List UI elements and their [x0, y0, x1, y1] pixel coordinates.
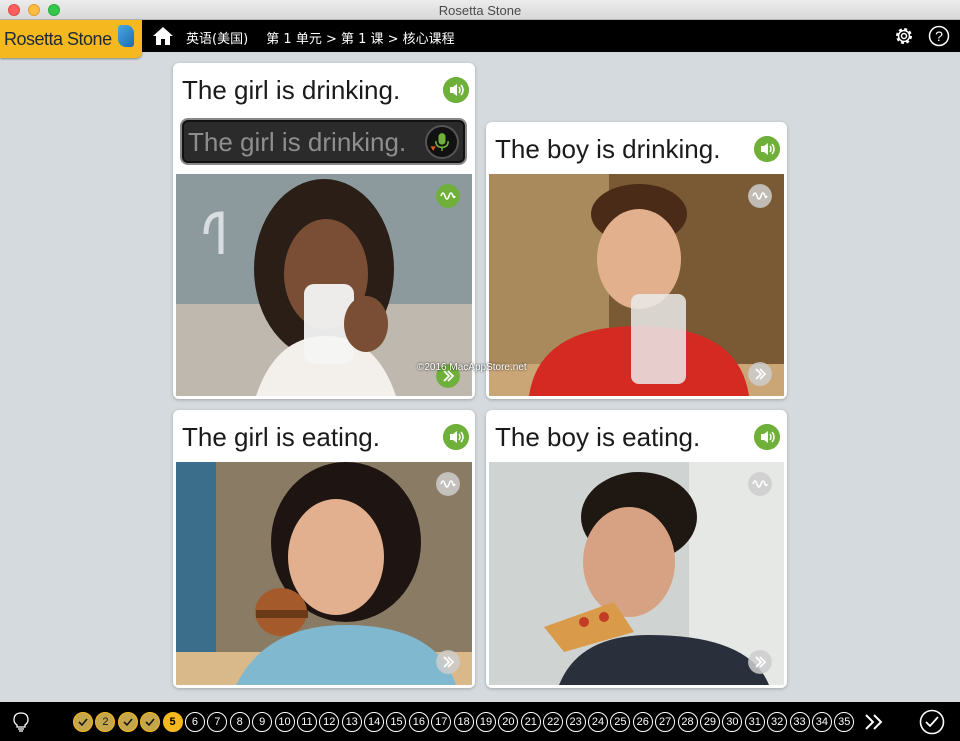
- progress-step-33[interactable]: 33: [789, 712, 810, 732]
- breadcrumb-lesson-path[interactable]: 第 1 单元 > 第 1 课 > 核心课程: [266, 32, 454, 47]
- waveform-icon[interactable]: [436, 184, 460, 208]
- photo-girl-eating: [176, 462, 472, 685]
- progress-step-27[interactable]: 27: [655, 712, 676, 732]
- progress-step-32[interactable]: 32: [767, 712, 788, 732]
- card-girl-drinking[interactable]: The girl is drinking. The girl is drinki…: [173, 63, 475, 399]
- card-boy-drinking[interactable]: The boy is drinking.: [486, 122, 787, 399]
- photo-boy-eating: [489, 462, 784, 685]
- progress-step-1[interactable]: [73, 712, 93, 732]
- card-caption: The boy is eating.: [495, 422, 701, 452]
- speech-transcript: The girl is drinking.: [188, 127, 407, 157]
- speaker-icon[interactable]: [754, 424, 780, 450]
- forward-icon[interactable]: [748, 362, 772, 386]
- progress-step-20[interactable]: 20: [498, 712, 519, 732]
- progress-step-16[interactable]: 16: [408, 712, 429, 732]
- progress-step-2[interactable]: 2: [95, 712, 116, 732]
- logo-mark-icon: [118, 25, 134, 47]
- speaker-icon[interactable]: [754, 136, 780, 162]
- progress-step-6[interactable]: 6: [184, 712, 205, 732]
- help-icon[interactable]: ?: [928, 25, 950, 47]
- breadcrumb-language[interactable]: 英语(美国): [186, 32, 248, 47]
- progress-step-25[interactable]: 25: [610, 712, 631, 732]
- lesson-progress: 2 5 6 7 8 9 10 11 12 13 14 15 16 17 18 19 20 21 22 23 24 25 26…: [73, 712, 855, 732]
- progress-step-34[interactable]: 34: [811, 712, 832, 732]
- progress-step-28[interactable]: 28: [677, 712, 698, 732]
- progress-step-29[interactable]: 29: [699, 712, 720, 732]
- breadcrumb: 英语(美国) 第 1 单元 > 第 1 课 > 核心课程: [186, 28, 469, 47]
- top-navbar: [0, 20, 960, 52]
- check-icon: [123, 718, 133, 727]
- progress-step-17[interactable]: 17: [431, 712, 452, 732]
- progress-step-15[interactable]: 15: [386, 712, 407, 732]
- window-titlebar: Rosetta Stone: [0, 0, 960, 20]
- progress-step-5[interactable]: 5: [162, 712, 183, 732]
- lightbulb-icon[interactable]: [12, 712, 30, 732]
- progress-step-21[interactable]: 21: [520, 712, 541, 732]
- check-icon[interactable]: [919, 709, 945, 735]
- logo-text: Rosetta Stone: [4, 29, 112, 49]
- progress-step-24[interactable]: 24: [587, 712, 608, 732]
- check-icon: [78, 718, 88, 727]
- progress-step-22[interactable]: 22: [543, 712, 564, 732]
- progress-step-23[interactable]: 23: [565, 712, 586, 732]
- progress-step-4[interactable]: [140, 712, 161, 732]
- card-girl-eating[interactable]: The girl is eating.: [173, 410, 475, 688]
- svg-text:?: ?: [935, 28, 943, 44]
- progress-step-8[interactable]: 8: [229, 712, 250, 732]
- gear-icon[interactable]: [893, 25, 915, 47]
- progress-step-12[interactable]: 12: [319, 712, 340, 732]
- photo-boy-drinking: [489, 174, 784, 396]
- progress-step-14[interactable]: 14: [364, 712, 385, 732]
- speech-recognition-box: The girl is drinking.: [180, 118, 467, 165]
- rosetta-stone-logo[interactable]: Rosetta Stone: [0, 20, 142, 58]
- waveform-icon[interactable]: [748, 472, 772, 496]
- progress-step-13[interactable]: 13: [341, 712, 362, 732]
- home-icon[interactable]: [152, 26, 174, 46]
- card-caption: The boy is drinking.: [495, 134, 721, 164]
- window-title: Rosetta Stone: [438, 3, 522, 18]
- next-page-icon[interactable]: [864, 713, 884, 731]
- watermark: ©2016 MacAppStore.net: [417, 362, 527, 373]
- waveform-icon[interactable]: [436, 472, 460, 496]
- waveform-icon[interactable]: [748, 184, 772, 208]
- progress-step-18[interactable]: 18: [453, 712, 474, 732]
- progress-step-26[interactable]: 26: [632, 712, 653, 732]
- card-caption: The girl is drinking.: [182, 75, 401, 105]
- progress-step-10[interactable]: 10: [274, 712, 295, 732]
- forward-icon[interactable]: [748, 650, 772, 674]
- progress-step-7[interactable]: 7: [207, 712, 228, 732]
- card-caption: The girl is eating.: [182, 422, 380, 452]
- check-icon: [145, 718, 155, 727]
- forward-icon[interactable]: [436, 650, 460, 674]
- progress-step-9[interactable]: 9: [252, 712, 273, 732]
- card-boy-eating[interactable]: The boy is eating.: [486, 410, 787, 688]
- progress-step-30[interactable]: 30: [722, 712, 743, 732]
- progress-step-19[interactable]: 19: [476, 712, 497, 732]
- progress-step-31[interactable]: 31: [744, 712, 765, 732]
- progress-step-35[interactable]: 35: [834, 712, 855, 732]
- microphone-icon[interactable]: [425, 125, 459, 159]
- speaker-icon[interactable]: [443, 424, 469, 450]
- progress-step-3[interactable]: [117, 712, 138, 732]
- speaker-icon[interactable]: [443, 77, 469, 103]
- progress-step-11[interactable]: 11: [296, 712, 317, 732]
